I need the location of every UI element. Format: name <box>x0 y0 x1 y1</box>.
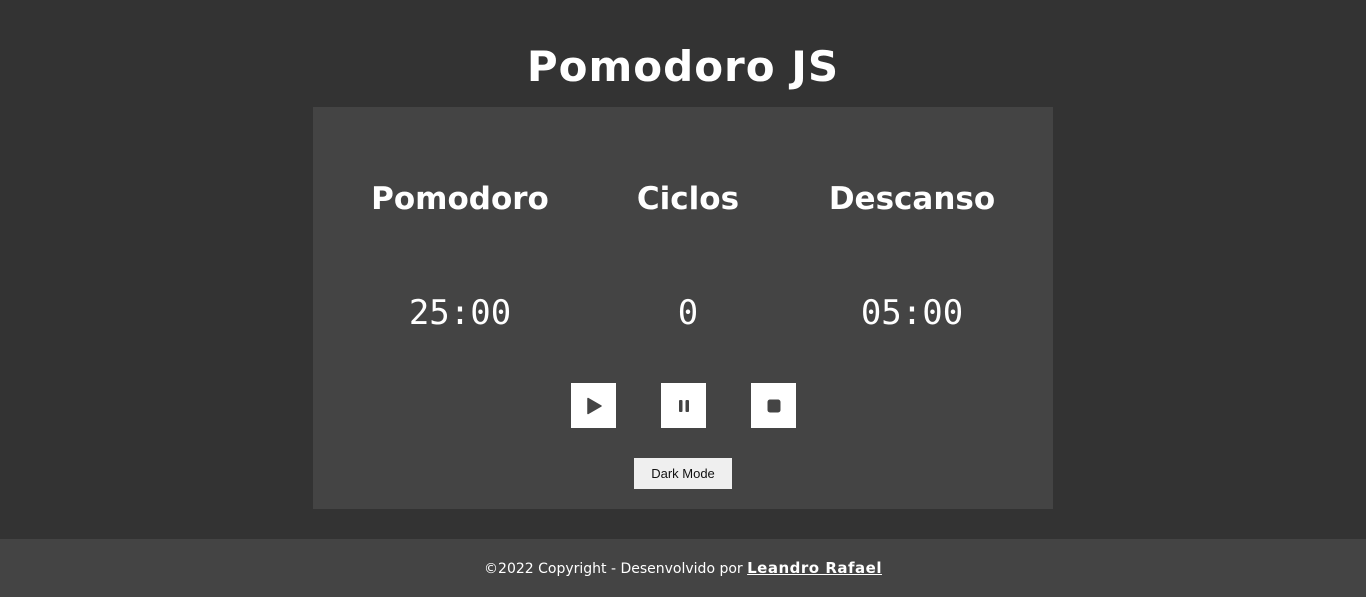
play-button[interactable] <box>571 383 616 428</box>
footer: ©2022 Copyright - Desenvolvido por Leand… <box>0 539 1366 597</box>
cycles-label: Ciclos <box>636 181 740 217</box>
play-icon <box>586 397 602 414</box>
cycles-count: 0 <box>677 293 699 333</box>
pause-button[interactable] <box>661 383 706 428</box>
page-title: Pomodoro JS <box>526 42 840 91</box>
dark-mode-button[interactable]: Dark Mode <box>634 458 732 489</box>
stop-button[interactable] <box>751 383 796 428</box>
pomodoro-label: Pomodoro <box>371 181 549 217</box>
author-link[interactable]: Leandro Rafael <box>747 559 882 577</box>
pause-icon <box>678 399 689 412</box>
timer-card: Pomodoro 25:00 Ciclos 0 Descanso 05:00 D… <box>313 107 1053 509</box>
pomodoro-timer: 25:00 <box>408 293 512 333</box>
page: Pomodoro JS Pomodoro 25:00 Ciclos 0 Desc… <box>0 0 1366 597</box>
break-timer: 05:00 <box>860 293 964 333</box>
stop-icon <box>767 399 780 412</box>
footer-copyright: ©2022 Copyright - Desenvolvido por <box>484 561 748 577</box>
break-label: Descanso <box>828 181 996 217</box>
